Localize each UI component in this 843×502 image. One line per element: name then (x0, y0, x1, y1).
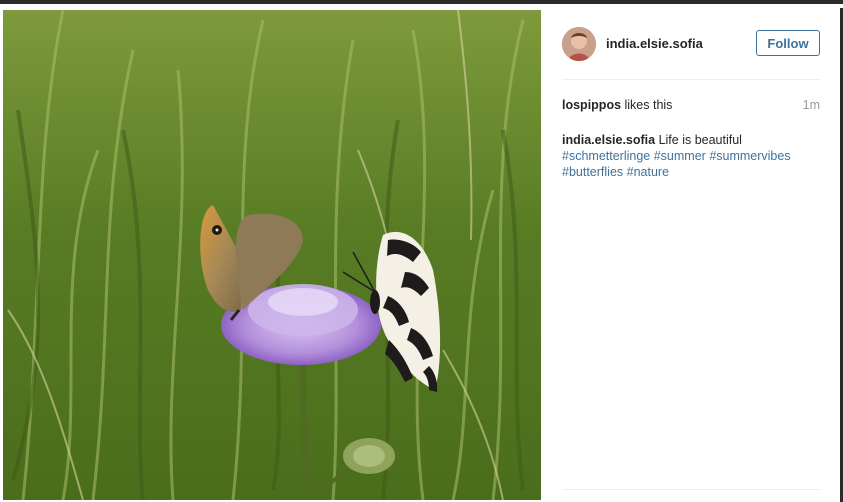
avatar[interactable] (562, 27, 596, 61)
avatar-image (562, 27, 596, 61)
caption-text: Life is beautiful (655, 133, 742, 147)
post-photo[interactable] (3, 10, 541, 500)
likes-suffix: likes this (621, 98, 673, 112)
footer-divider (562, 489, 820, 490)
butterflies-photo (3, 10, 541, 500)
post-timestamp[interactable]: 1m (791, 98, 820, 112)
post-author-username[interactable]: india.elsie.sofia (606, 36, 703, 51)
post-modal: india.elsie.sofia Follow lospippos likes… (0, 4, 843, 502)
post-caption: india.elsie.sofia Life is beautiful #sch… (562, 132, 817, 180)
hashtag-link[interactable]: #summer (654, 149, 706, 163)
post-sidebar: india.elsie.sofia Follow lospippos likes… (541, 8, 843, 502)
hashtag-link[interactable]: #summervibes (709, 149, 790, 163)
hashtag-link[interactable]: #schmetterlinge (562, 149, 650, 163)
post-header: india.elsie.sofia Follow (541, 8, 840, 80)
liker-username[interactable]: lospippos (562, 98, 621, 112)
header-divider (562, 79, 820, 80)
hashtag-link[interactable]: #butterflies (562, 165, 623, 179)
likes-summary: lospippos likes this (562, 98, 672, 112)
hashtag-link[interactable]: #nature (627, 165, 669, 179)
follow-button[interactable]: Follow (756, 30, 820, 56)
caption-author[interactable]: india.elsie.sofia (562, 133, 655, 147)
